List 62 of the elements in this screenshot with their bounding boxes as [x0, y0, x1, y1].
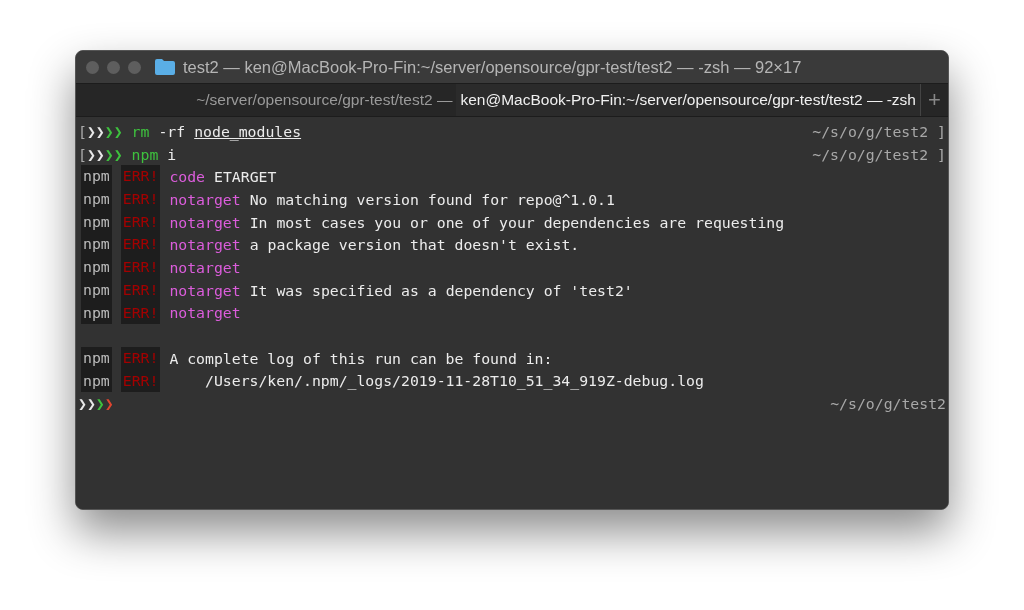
prompt-bracket: ] [937, 145, 946, 163]
error-message: /Users/ken/.npm/_logs/2019-11-28T10_51_34_919Z-debug.log [204, 372, 704, 390]
npm-label: npm [81, 369, 112, 393]
minimize-button[interactable] [107, 60, 120, 74]
npm-label: npm [81, 233, 112, 257]
error-label: ERR! [120, 278, 161, 302]
npm-label: npm [81, 278, 112, 302]
prompt-chevron: ❯ [86, 145, 96, 163]
error-label: ERR! [120, 256, 161, 279]
prompt-chevron: ❯ [104, 145, 114, 163]
prompt-bracket: [ [78, 122, 87, 140]
prompt-bracket: [ [78, 145, 87, 163]
command-name: npm [131, 145, 159, 163]
prompt-chevron: ❯ [95, 145, 105, 163]
error-message: No matching version found for repo@^1.0.1 [249, 190, 615, 208]
npm-label: npm [81, 165, 112, 189]
cwd-path: ~/s/o/g/test2 [830, 395, 946, 413]
cwd-path: ~/s/o/g/test2 [812, 145, 929, 163]
error-label: ERR! [120, 165, 161, 189]
prompt-chevron: ❯ [78, 395, 87, 413]
cwd-path: ~/s/o/g/test2 [812, 122, 929, 140]
prompt-chevron: ❯ [95, 395, 105, 413]
npm-label: npm [81, 301, 112, 325]
error-message: It was specified as a dependency of 'test2' [249, 281, 633, 299]
close-button[interactable] [86, 60, 99, 74]
prompt-chevron: ❯ [113, 145, 123, 163]
npm-label: npm [81, 210, 112, 234]
error-label: ERR! [120, 346, 161, 370]
npm-label: npm [81, 256, 112, 279]
error-tag: notarget [169, 258, 241, 276]
prompt-chevron: ❯ [113, 122, 123, 140]
command-argument: -rf [158, 122, 186, 140]
prompt-chevron: ❯ [86, 395, 96, 413]
prompt-chevron: ❯ [104, 122, 114, 140]
error-label: ERR! [120, 188, 161, 211]
npm-label: npm [81, 346, 112, 370]
error-tag: notarget [169, 236, 241, 254]
command-path: node_modules [194, 122, 302, 140]
error-label: ERR! [120, 210, 161, 234]
error-tag: code [169, 168, 205, 186]
error-tag: notarget [169, 213, 241, 231]
error-message: a package version that doesn't exist. [249, 236, 580, 254]
npm-label: npm [81, 188, 112, 211]
prompt-bracket: ] [937, 122, 946, 140]
command-name: rm [131, 122, 150, 140]
folder-icon [155, 59, 175, 75]
tab[interactable]: ken@MacBook-Pro-Fin:~/server/opensource/gpr-test/test2 — -zsh [456, 84, 920, 116]
zoom-button[interactable] [128, 60, 141, 74]
prompt-chevron: ❯ [86, 122, 96, 140]
error-tag: notarget [169, 190, 241, 208]
prompt-chevron: ❯ [95, 122, 105, 140]
error-label: ERR! [120, 233, 161, 257]
window-title: test2 — ken@MacBook-Pro-Fin:~/server/opensource/gpr-test/test2 — -zsh — 92×17 [183, 57, 802, 77]
command-argument: i [167, 145, 177, 163]
error-message: ETARGET [214, 168, 277, 186]
error-label: ERR! [120, 369, 161, 393]
error-tag: notarget [169, 281, 241, 299]
error-label: ERR! [120, 301, 161, 325]
error-message: In most cases you or one of your dependencies are requesting [249, 213, 785, 231]
prompt-chevron: ❯ [104, 395, 114, 413]
error-message: A complete log of this run can be found in: [169, 349, 553, 367]
error-tag: notarget [169, 304, 241, 322]
